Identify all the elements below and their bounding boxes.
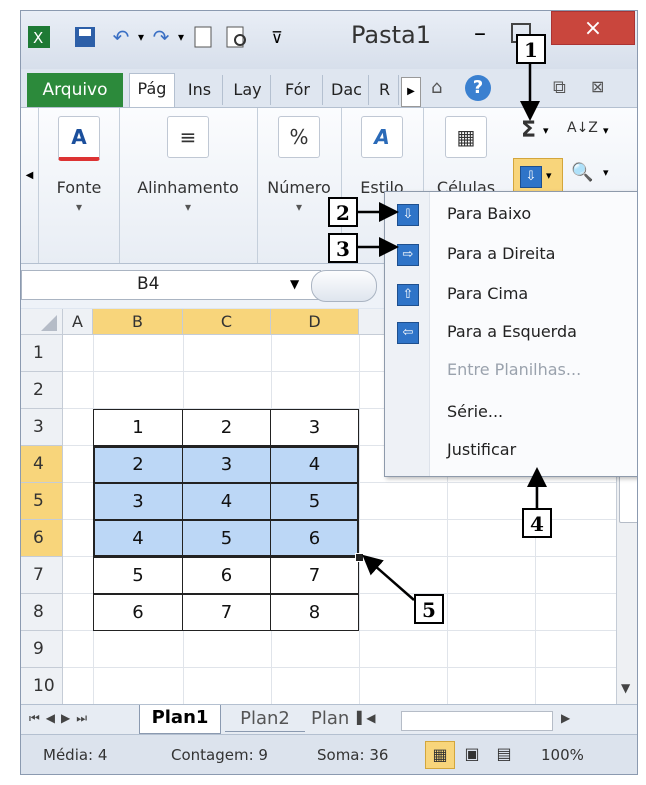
callout-2: 2: [328, 197, 358, 227]
callout-4: 4: [522, 508, 552, 538]
callout-arrows: [358, 62, 547, 601]
callout-3: 3: [328, 233, 358, 263]
callout-5: 5: [414, 594, 444, 624]
callout-1: 1: [516, 34, 546, 64]
